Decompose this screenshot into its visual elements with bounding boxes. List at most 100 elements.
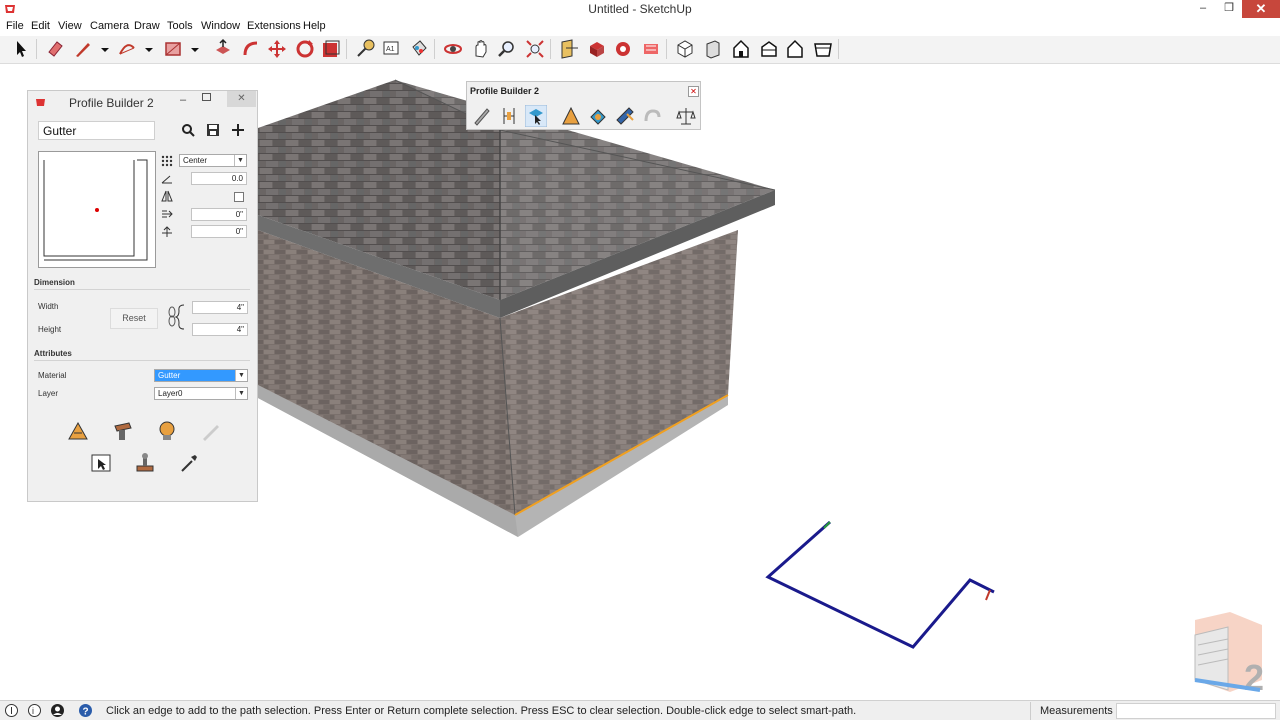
profile-builder-toolbar: Profile Builder 2 ✕ bbox=[466, 81, 701, 130]
chain-link-icon[interactable] bbox=[166, 303, 188, 331]
mirror-checkbox[interactable] bbox=[234, 192, 244, 202]
restore-button[interactable]: ❒ bbox=[1216, 0, 1242, 18]
dropdown-arrow-icon[interactable] bbox=[184, 38, 199, 60]
menu-tools[interactable]: Tools bbox=[167, 20, 193, 32]
status-message: Click an edge to add to the path selecti… bbox=[106, 705, 857, 717]
back-view-icon[interactable] bbox=[784, 38, 806, 60]
components-icon[interactable] bbox=[586, 38, 608, 60]
panel-header: Profile Builder 2 – ✕ bbox=[28, 91, 257, 113]
menu-view[interactable]: View bbox=[58, 20, 82, 32]
geo-location-icon[interactable] bbox=[4, 703, 19, 718]
warehouse-icon[interactable] bbox=[612, 38, 634, 60]
reset-button[interactable]: Reset bbox=[110, 308, 158, 329]
build-profile-icon[interactable] bbox=[66, 419, 90, 443]
search-icon[interactable] bbox=[181, 123, 195, 137]
chevron-down-icon: ▼ bbox=[234, 155, 246, 166]
menu-window[interactable]: Window bbox=[201, 20, 240, 32]
select-icon[interactable] bbox=[10, 38, 32, 60]
measurements-label: Measurements bbox=[1040, 705, 1113, 717]
extension-warehouse-icon[interactable] bbox=[640, 38, 662, 60]
toolbar-close-button[interactable]: ✕ bbox=[688, 86, 699, 97]
move-icon[interactable] bbox=[266, 38, 288, 60]
pen-tool-icon[interactable] bbox=[471, 105, 493, 127]
add-icon[interactable] bbox=[231, 123, 245, 137]
disabled-path-icon bbox=[644, 109, 661, 122]
offset-y-field[interactable] bbox=[191, 225, 247, 238]
rectangle-icon[interactable] bbox=[162, 38, 184, 60]
follow-me-icon[interactable] bbox=[240, 38, 262, 60]
menu-help[interactable]: Help bbox=[303, 20, 326, 32]
layer-select[interactable]: Layer0 ▼ bbox=[154, 387, 248, 400]
eyedropper-icon[interactable] bbox=[177, 451, 201, 475]
select-path-icon[interactable] bbox=[89, 451, 113, 475]
dropdown-arrow-icon[interactable] bbox=[94, 38, 109, 60]
menu-extensions[interactable]: Extensions bbox=[247, 20, 301, 32]
dimension-tool-icon[interactable] bbox=[498, 105, 520, 127]
assembly-icon[interactable] bbox=[587, 105, 609, 127]
smart-path-icon[interactable] bbox=[525, 105, 547, 127]
chevron-down-icon: ▼ bbox=[235, 370, 247, 381]
offset-x-icon bbox=[162, 210, 173, 218]
section-plane-icon[interactable] bbox=[558, 38, 580, 60]
user-account-icon[interactable] bbox=[50, 703, 65, 718]
minimize-button[interactable]: – bbox=[1190, 0, 1216, 18]
window-title: Untitled - SketchUp bbox=[588, 2, 692, 16]
alignment-select[interactable]: Center ▼ bbox=[179, 154, 247, 167]
help-icon[interactable]: ? bbox=[78, 703, 93, 718]
pencil-line-icon[interactable] bbox=[72, 38, 94, 60]
rotate-icon[interactable] bbox=[294, 38, 316, 60]
orbit-icon[interactable] bbox=[442, 38, 464, 60]
pan-icon[interactable] bbox=[470, 38, 492, 60]
dropdown-arrow-icon[interactable] bbox=[138, 38, 153, 60]
menu-file[interactable]: File bbox=[6, 20, 24, 32]
layer-label: Layer bbox=[38, 389, 59, 398]
profile-library-icon[interactable] bbox=[155, 419, 179, 443]
sketchup-logo-icon bbox=[36, 99, 45, 106]
panel-close-button[interactable]: ✕ bbox=[227, 91, 256, 107]
angle-field[interactable] bbox=[191, 172, 247, 185]
profile-preview[interactable] bbox=[38, 151, 156, 268]
panel-minimize-button[interactable]: – bbox=[180, 94, 186, 106]
material-tool-icon[interactable] bbox=[614, 105, 636, 127]
menu-edit[interactable]: Edit bbox=[31, 20, 50, 32]
arc-icon[interactable] bbox=[116, 38, 138, 60]
profile-builder-logo-icon: 2 bbox=[1194, 612, 1264, 698]
stamp-icon[interactable] bbox=[133, 451, 157, 475]
edit-profile-icon[interactable] bbox=[111, 419, 135, 443]
front-view-icon[interactable] bbox=[730, 38, 752, 60]
svg-text:i: i bbox=[32, 706, 34, 716]
zoom-icon[interactable] bbox=[496, 38, 518, 60]
menu-draw[interactable]: Draw bbox=[134, 20, 160, 32]
material-select[interactable]: Gutter ▼ bbox=[154, 369, 248, 382]
angle-icon bbox=[161, 175, 172, 184]
offset-x-field[interactable] bbox=[191, 208, 247, 221]
text-icon[interactable]: A1 bbox=[380, 38, 402, 60]
measurements-input[interactable] bbox=[1116, 703, 1276, 719]
profile-search-input[interactable] bbox=[38, 121, 155, 140]
push-pull-icon[interactable] bbox=[212, 38, 234, 60]
paint-bucket-icon[interactable] bbox=[408, 38, 430, 60]
close-button[interactable]: ✕ bbox=[1242, 0, 1280, 18]
panel-maximize-button[interactable] bbox=[202, 93, 211, 101]
alignment-grid-icon bbox=[161, 155, 173, 167]
right-view-icon[interactable] bbox=[758, 38, 780, 60]
attributes-heading: Attributes bbox=[34, 349, 72, 358]
credits-icon[interactable]: i bbox=[27, 703, 42, 718]
menu-bar: File Edit View Camera Draw Tools Window … bbox=[0, 18, 1280, 35]
build-profile-icon[interactable] bbox=[560, 105, 582, 127]
svg-text:2: 2 bbox=[1244, 657, 1264, 698]
width-field[interactable] bbox=[192, 301, 248, 314]
layer-value: Layer0 bbox=[158, 389, 183, 398]
iso-view-icon[interactable] bbox=[674, 38, 696, 60]
menu-camera[interactable]: Camera bbox=[90, 20, 129, 32]
scale-icon[interactable] bbox=[320, 38, 342, 60]
height-field[interactable] bbox=[192, 323, 248, 336]
zoom-extents-icon[interactable] bbox=[524, 38, 546, 60]
left-view-icon[interactable] bbox=[812, 38, 834, 60]
tape-measure-icon[interactable] bbox=[354, 38, 376, 60]
scale-balance-icon[interactable] bbox=[675, 105, 697, 127]
save-icon[interactable] bbox=[206, 123, 220, 137]
material-label: Material bbox=[38, 371, 67, 380]
top-view-icon[interactable] bbox=[702, 38, 724, 60]
eraser-icon[interactable] bbox=[44, 38, 66, 60]
